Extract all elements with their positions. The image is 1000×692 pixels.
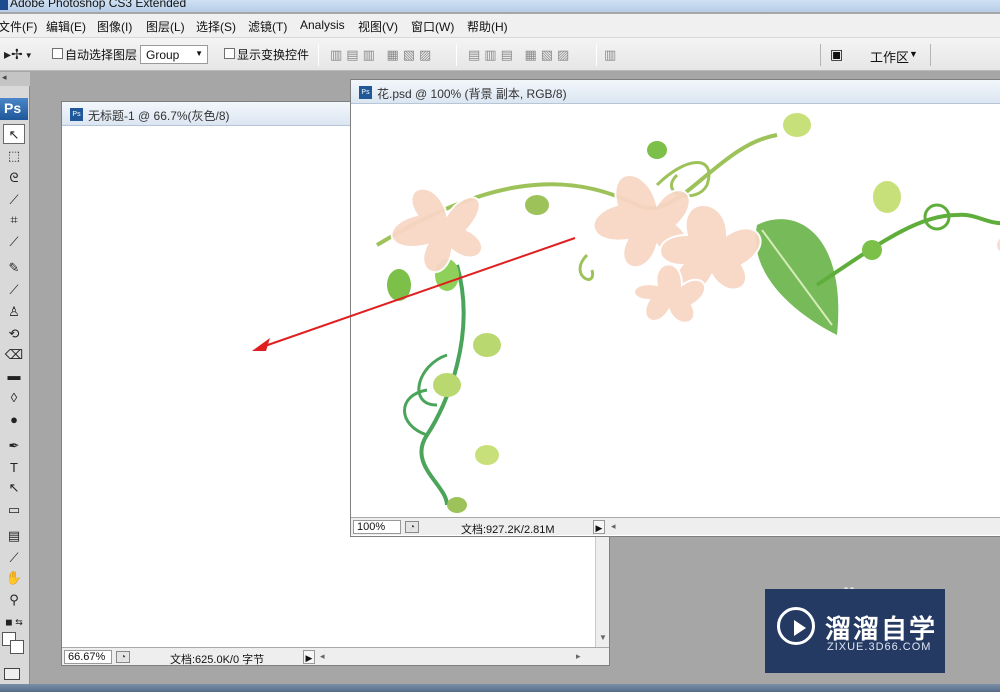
taskbar-strip (0, 684, 1000, 692)
play-icon (777, 607, 815, 645)
watermark-logo: 溜溜自学 ZIXUE.3D66.COM (765, 589, 945, 673)
watermark-url: ZIXUE.3D66.COM (827, 641, 932, 653)
